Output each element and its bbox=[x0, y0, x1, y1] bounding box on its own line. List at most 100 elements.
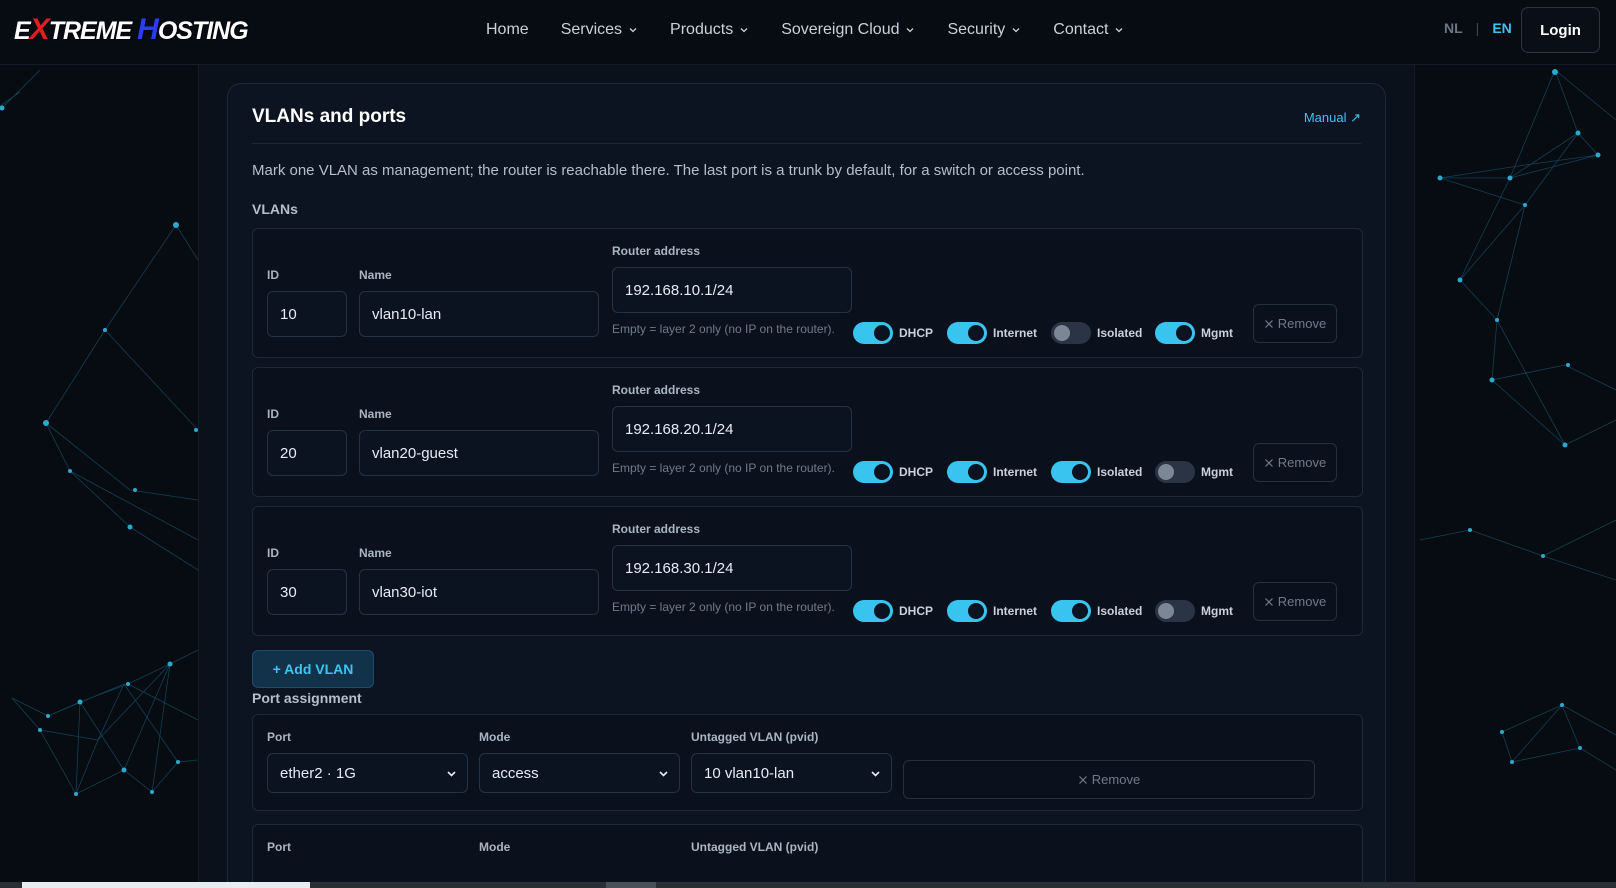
name-label: Name bbox=[359, 546, 392, 560]
internet-toggle[interactable] bbox=[947, 322, 987, 344]
router-address-input[interactable]: 192.168.20.1/24 bbox=[612, 406, 852, 452]
intro-text: Mark one VLAN as management; the router … bbox=[252, 162, 1085, 179]
remove-vlan-button[interactable]: Remove bbox=[1253, 582, 1337, 621]
scrollbar-thumb[interactable] bbox=[22, 882, 310, 888]
vlan-name-value: vlan10-lan bbox=[372, 305, 442, 323]
mode-label: Mode bbox=[479, 840, 511, 854]
remove-vlan-button[interactable]: Remove bbox=[1253, 304, 1337, 343]
close-icon bbox=[1078, 775, 1087, 784]
isolated-toggle[interactable] bbox=[1051, 600, 1091, 622]
remove-label: Remove bbox=[1277, 455, 1327, 470]
login-button[interactable]: Login bbox=[1521, 7, 1600, 53]
nav-contact-label: Contact bbox=[1053, 21, 1109, 38]
internet-label: Internet bbox=[993, 604, 1038, 618]
toggle-knob bbox=[968, 325, 984, 341]
nav-services[interactable]: Services bbox=[561, 21, 638, 39]
mgmt-toggle[interactable] bbox=[1155, 600, 1195, 622]
toggle-knob bbox=[874, 603, 890, 619]
router-address-input[interactable]: 192.168.30.1/24 bbox=[612, 545, 852, 591]
vlan-row: ID Name Router address 10 vlan10-lan 192.168.… bbox=[252, 228, 1363, 358]
port-select-value: ether2 · 1G bbox=[280, 764, 356, 782]
toggle-knob bbox=[1176, 325, 1192, 341]
mgmt-toggle[interactable] bbox=[1155, 461, 1195, 483]
language-switcher: NL | EN bbox=[1444, 20, 1512, 36]
dhcp-toggle[interactable] bbox=[853, 461, 893, 483]
pvid-label: Untagged VLAN (pvid) bbox=[691, 840, 819, 854]
dhcp-toggle[interactable] bbox=[853, 600, 893, 622]
vlans-ports-card: VLANs and ports Manual ↗ Mark one VLAN a… bbox=[227, 83, 1386, 888]
horizontal-scrollbar[interactable] bbox=[0, 882, 1616, 888]
chevron-down-icon bbox=[1012, 28, 1020, 33]
nav-sovereign-cloud[interactable]: Sovereign Cloud bbox=[781, 21, 915, 39]
mgmt-label: Mgmt bbox=[1201, 326, 1233, 340]
vlan-name-value: vlan20-guest bbox=[372, 444, 458, 462]
internet-toggle[interactable] bbox=[947, 600, 987, 622]
router-address-value: 192.168.30.1/24 bbox=[625, 559, 734, 577]
site-header: EXTREME HOSTING Home Services Products S… bbox=[0, 0, 1616, 65]
main-nav: Home Services Products Sovereign Cloud S… bbox=[486, 0, 1156, 60]
lang-nl[interactable]: NL bbox=[1444, 20, 1463, 36]
port-row: Port Mode Untagged VLAN (pvid) ether2 · … bbox=[252, 714, 1363, 811]
internet-label: Internet bbox=[993, 326, 1038, 340]
isolated-toggle[interactable] bbox=[1051, 461, 1091, 483]
chevron-down-icon bbox=[447, 771, 456, 777]
mgmt-label: Mgmt bbox=[1201, 604, 1233, 618]
nav-products[interactable]: Products bbox=[670, 21, 749, 39]
vlan-id-input[interactable]: 20 bbox=[267, 430, 347, 476]
port-row: Port Mode Untagged VLAN (pvid) bbox=[252, 824, 1363, 888]
remove-port-button[interactable]: Remove bbox=[903, 760, 1315, 799]
pvid-label: Untagged VLAN (pvid) bbox=[691, 730, 819, 744]
add-vlan-button[interactable]: + Add VLAN bbox=[252, 650, 374, 688]
isolated-toggle[interactable] bbox=[1051, 322, 1091, 344]
toggle-knob bbox=[1158, 603, 1174, 619]
manual-link[interactable]: Manual ↗ bbox=[1304, 110, 1361, 126]
toggle-knob bbox=[874, 464, 890, 480]
lang-separator: | bbox=[1475, 20, 1480, 36]
card-title: VLANs and ports bbox=[252, 106, 407, 127]
vlan-name-input[interactable]: vlan30-iot bbox=[359, 569, 599, 615]
mode-label: Mode bbox=[479, 730, 511, 744]
chevron-down-icon bbox=[871, 771, 880, 777]
vlan-row: ID Name Router address 30 vlan30-iot 192.168.… bbox=[252, 506, 1363, 636]
dhcp-label: DHCP bbox=[899, 465, 934, 479]
pvid-select[interactable]: 10 vlan10-lan bbox=[691, 753, 892, 793]
chevron-down-icon bbox=[1115, 28, 1123, 33]
id-label: ID bbox=[267, 546, 279, 560]
close-icon bbox=[1264, 458, 1273, 467]
nav-home[interactable]: Home bbox=[486, 21, 529, 39]
scrollbar-marker bbox=[606, 882, 656, 888]
chevron-down-icon bbox=[629, 28, 637, 33]
lang-en[interactable]: EN bbox=[1492, 20, 1511, 36]
router-address-input[interactable]: 192.168.10.1/24 bbox=[612, 267, 852, 313]
nav-security[interactable]: Security bbox=[947, 21, 1021, 39]
divider bbox=[252, 143, 1361, 144]
mode-select[interactable]: access bbox=[479, 753, 680, 793]
pvid-select-value: 10 vlan10-lan bbox=[704, 764, 795, 782]
router-address-label: Router address bbox=[612, 244, 701, 258]
nav-contact[interactable]: Contact bbox=[1053, 21, 1124, 39]
router-address-hint: Empty = layer 2 only (no IP on the route… bbox=[612, 461, 835, 475]
vlans-section-label: VLANs bbox=[252, 201, 298, 217]
router-address-label: Router address bbox=[612, 522, 701, 536]
vlan-name-input[interactable]: vlan10-lan bbox=[359, 291, 599, 337]
vlan-id-input[interactable]: 10 bbox=[267, 291, 347, 337]
vlan-id-value: 10 bbox=[280, 305, 297, 323]
remove-label: Remove bbox=[1277, 594, 1327, 609]
vlan-name-input[interactable]: vlan20-guest bbox=[359, 430, 599, 476]
mgmt-toggle[interactable] bbox=[1155, 322, 1195, 344]
brand-logo[interactable]: EXTREME HOSTING bbox=[14, 14, 249, 46]
vlan-id-input[interactable]: 30 bbox=[267, 569, 347, 615]
ports-section-label: Port assignment bbox=[252, 690, 362, 706]
toggle-knob bbox=[968, 464, 984, 480]
internet-toggle[interactable] bbox=[947, 461, 987, 483]
dhcp-toggle[interactable] bbox=[853, 322, 893, 344]
name-label: Name bbox=[359, 407, 392, 421]
remove-vlan-button[interactable]: Remove bbox=[1253, 443, 1337, 482]
close-icon bbox=[1264, 597, 1273, 606]
port-select[interactable]: ether2 · 1G bbox=[267, 753, 468, 793]
remove-label: Remove bbox=[1091, 772, 1141, 787]
nav-services-label: Services bbox=[560, 21, 623, 38]
id-label: ID bbox=[267, 407, 279, 421]
router-address-value: 192.168.20.1/24 bbox=[625, 420, 734, 438]
toggle-knob bbox=[1054, 325, 1070, 341]
